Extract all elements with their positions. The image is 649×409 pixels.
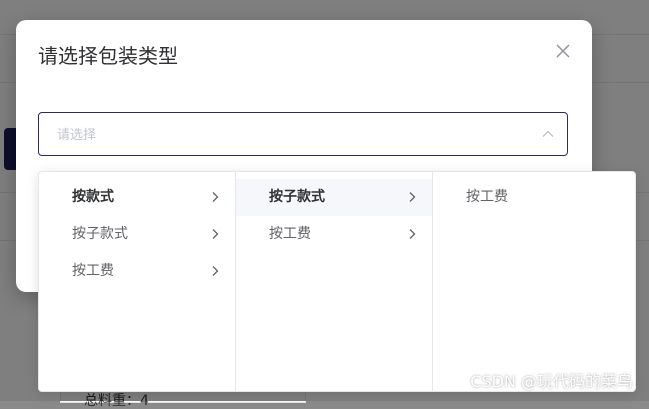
cascader-dropdown: 按款式 按子款式 按工费 按子款式 按工费 按工费 [38,171,636,392]
option-label: 按工费 [269,226,311,242]
cascader-column-3: 按工费 [433,172,633,391]
cascader-input[interactable] [38,112,568,157]
cascader-option[interactable]: 按子款式 [39,216,235,253]
cascader-text-field[interactable] [55,113,519,157]
cascader-option[interactable]: 按工费 [39,253,235,290]
chevron-right-icon [209,265,221,277]
cascader-option[interactable]: 按工费 [433,179,633,216]
option-label: 按款式 [72,189,114,205]
cascader-option[interactable]: 按子款式 [236,179,432,216]
cascader-column-1: 按款式 按子款式 按工费 [39,172,236,391]
option-label: 按子款式 [269,189,325,205]
close-icon [554,42,572,60]
chevron-right-icon [209,228,221,240]
chevron-right-icon [209,191,221,203]
cascader-option[interactable]: 按款式 [39,179,235,216]
chevron-right-icon [406,191,418,203]
cascader-option[interactable]: 按工费 [236,216,432,253]
chevron-up-icon [541,127,555,141]
cascader-column-2: 按子款式 按工费 [236,172,433,391]
chevron-right-icon [406,228,418,240]
close-button[interactable] [554,42,572,60]
option-label: 按工费 [72,263,114,279]
option-label: 按子款式 [72,226,128,242]
dialog-title: 请选择包装类型 [38,44,178,68]
option-label: 按工费 [466,189,508,205]
watermark: CSDN @玩代码的菜鸟 [470,372,633,391]
